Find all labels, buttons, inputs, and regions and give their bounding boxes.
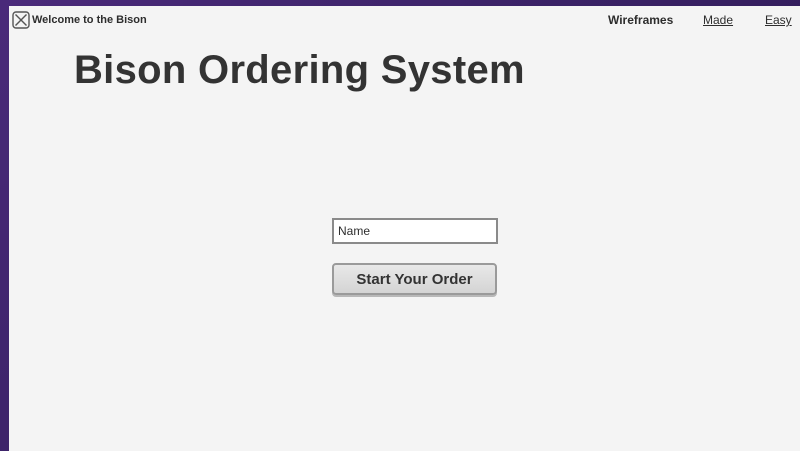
app-frame: Welcome to the Bison Wireframes Made Eas…	[9, 6, 800, 451]
page-title: Bison Ordering System	[74, 48, 525, 92]
name-input[interactable]	[332, 218, 498, 244]
start-order-button[interactable]: Start Your Order	[332, 263, 497, 295]
placeholder-x-icon[interactable]	[12, 11, 30, 29]
nav-link-made[interactable]: Made	[703, 13, 733, 27]
brand-text: Welcome to the Bison	[32, 14, 147, 26]
nav-link-wireframes[interactable]: Wireframes	[608, 13, 673, 27]
nav-link-easy[interactable]: Easy	[765, 13, 792, 27]
